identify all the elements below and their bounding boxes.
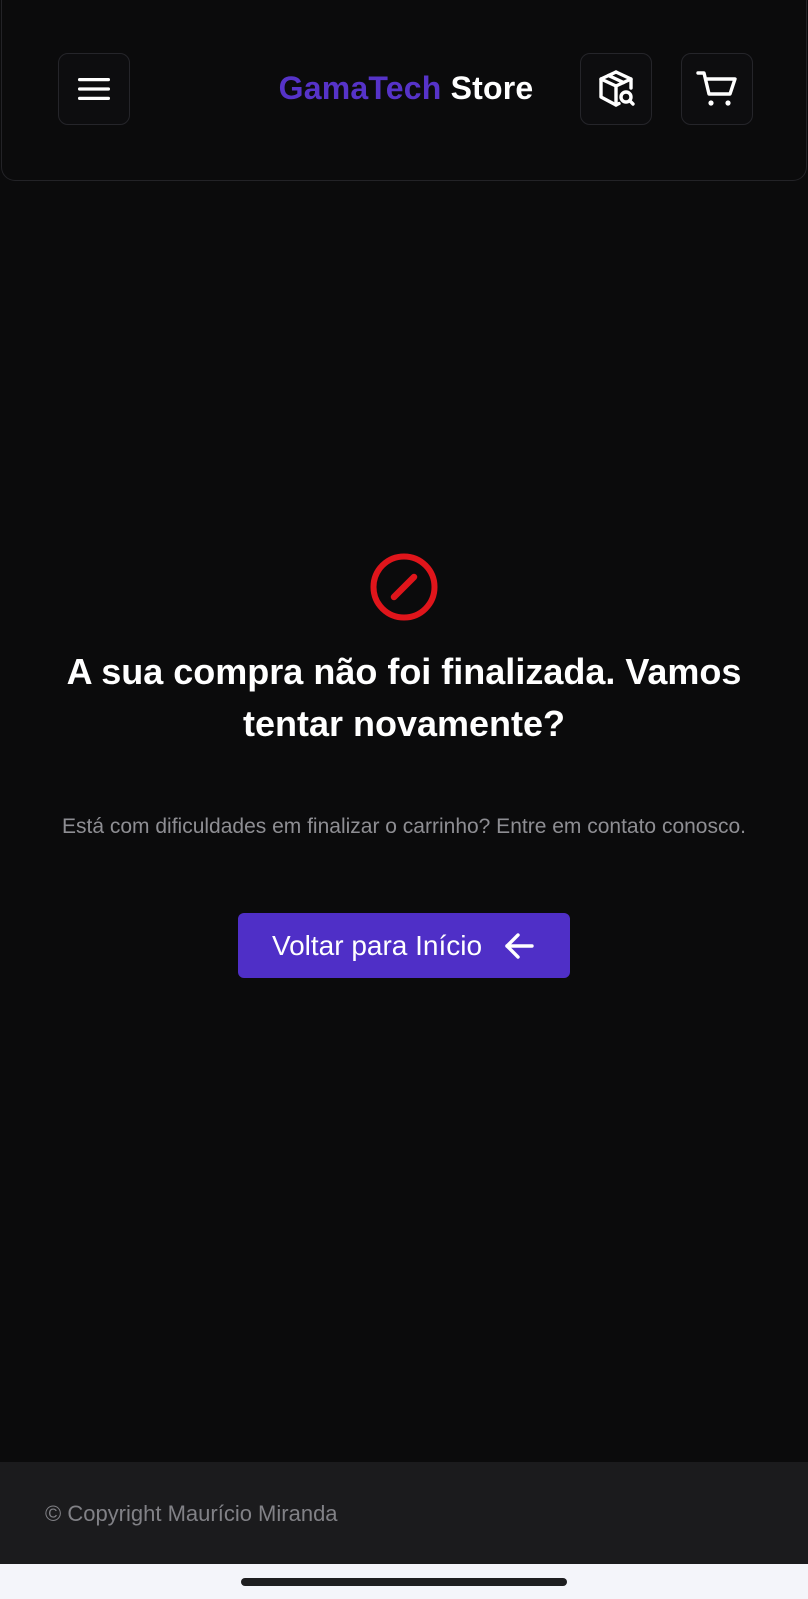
copyright-text: © Copyright Maurício Miranda xyxy=(45,1501,338,1526)
package-search-icon xyxy=(599,70,635,107)
help-text: Está com dificuldades em finalizar o car… xyxy=(61,815,746,838)
cart-button[interactable] xyxy=(681,53,753,125)
ban-circle-icon xyxy=(370,553,438,621)
back-button-label: Voltar para Início xyxy=(271,929,483,961)
track-order-button[interactable] xyxy=(580,53,652,125)
page-title: A sua compra não foi finalizada. Vamos t… xyxy=(66,651,742,744)
arrow-left-icon xyxy=(505,932,534,959)
back-to-home-button[interactable]: Voltar para Início xyxy=(238,913,570,978)
site-header: GamaTech Store xyxy=(1,0,807,181)
shopping-cart-icon xyxy=(696,71,737,106)
brand-name-rest: Store xyxy=(441,70,534,106)
app-root: GamaTech Store A sua compra não foi fina… xyxy=(0,0,808,1599)
home-indicator[interactable] xyxy=(241,1578,567,1586)
brand-name-accent: GamaTech xyxy=(278,70,442,106)
site-footer: © Copyright Maurício Miranda xyxy=(0,1462,808,1564)
system-navigation-bar xyxy=(0,1564,808,1599)
